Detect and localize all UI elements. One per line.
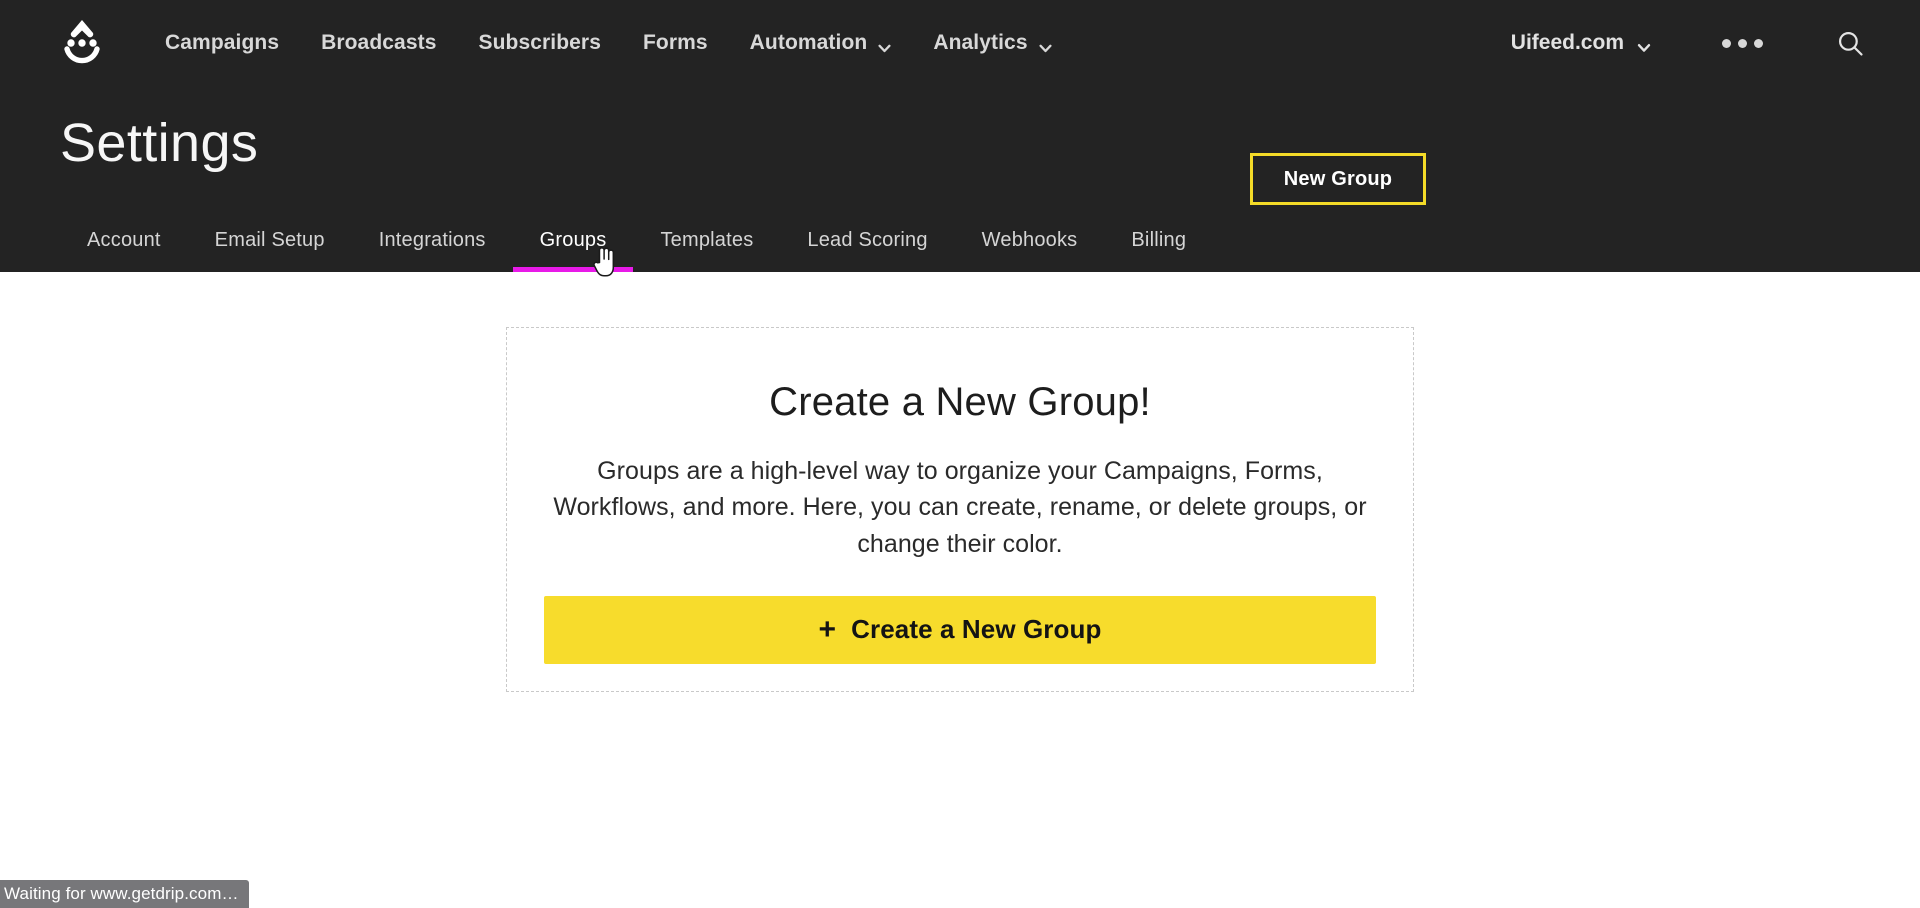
nav-item-label: Analytics <box>933 31 1028 54</box>
primary-nav: Campaigns Broadcasts Subscribers Forms A… <box>144 21 1073 65</box>
tab-label: Billing <box>1131 229 1187 251</box>
nav-item-automation[interactable]: Automation <box>729 21 913 65</box>
new-group-button[interactable]: New Group <box>1250 153 1426 205</box>
main-content: Create a New Group! Groups are a high-le… <box>0 272 1920 908</box>
nav-item-campaigns[interactable]: Campaigns <box>144 21 300 65</box>
nav-item-label: Broadcasts <box>321 31 437 54</box>
nav-item-label: Subscribers <box>478 31 601 54</box>
nav-item-label: Forms <box>642 31 708 54</box>
top-navigation-bar: Campaigns Broadcasts Subscribers Forms A… <box>0 0 1920 86</box>
nav-item-analytics[interactable]: Analytics <box>912 21 1072 65</box>
tab-label: Integrations <box>378 229 486 251</box>
settings-tab-bar: Account Email Setup Integrations Groups … <box>60 204 1213 272</box>
dot <box>1738 38 1747 48</box>
create-new-group-button[interactable]: + Create a New Group <box>544 595 1376 664</box>
dot <box>1722 38 1731 48</box>
tab-label: Account <box>87 229 161 251</box>
tab-account[interactable]: Account <box>60 230 188 272</box>
page-title: Settings <box>60 113 259 173</box>
dot <box>1754 38 1763 48</box>
tab-billing[interactable]: Billing <box>1104 230 1213 272</box>
nav-item-broadcasts[interactable]: Broadcasts <box>300 21 457 65</box>
browser-status-bar: Waiting for www.getdrip.com… <box>0 880 249 908</box>
nav-item-subscribers[interactable]: Subscribers <box>457 21 622 65</box>
tab-lead-scoring[interactable]: Lead Scoring <box>780 230 954 272</box>
search-icon[interactable] <box>1827 20 1874 67</box>
chevron-down-icon <box>878 37 891 52</box>
tab-label: Webhooks <box>981 229 1078 251</box>
create-new-group-label: Create a New Group <box>851 614 1102 645</box>
nav-item-label: Campaigns <box>165 31 280 54</box>
empty-state-title: Create a New Group! <box>769 380 1151 424</box>
tab-label: Email Setup <box>214 229 325 251</box>
empty-state-card: Create a New Group! Groups are a high-le… <box>506 327 1414 692</box>
tab-email-setup[interactable]: Email Setup <box>188 230 352 272</box>
account-name-label: Uifeed.com <box>1510 31 1624 54</box>
account-switcher[interactable]: Uifeed.com <box>1497 21 1664 65</box>
more-options-icon[interactable] <box>1700 25 1785 62</box>
tab-groups[interactable]: Groups <box>512 229 634 272</box>
empty-state-description: Groups are a high-level way to organize … <box>553 457 1367 558</box>
nav-item-forms[interactable]: Forms <box>622 21 729 65</box>
tab-webhooks[interactable]: Webhooks <box>955 230 1105 272</box>
tab-integrations[interactable]: Integrations <box>352 230 513 272</box>
tab-label: Lead Scoring <box>807 229 928 251</box>
top-nav-right-group: Uifeed.com <box>1497 20 1920 67</box>
tab-label: Groups <box>539 229 607 251</box>
chevron-down-icon <box>1637 37 1651 52</box>
site-header: Campaigns Broadcasts Subscribers Forms A… <box>0 0 1920 272</box>
plus-icon: + <box>818 612 837 646</box>
nav-item-label: Automation <box>749 31 868 54</box>
tab-label: Templates <box>660 229 754 251</box>
chevron-down-icon <box>1039 37 1052 52</box>
tab-templates[interactable]: Templates <box>633 230 780 272</box>
app-root: Campaigns Broadcasts Subscribers Forms A… <box>0 0 1920 908</box>
drip-smiley-logo-icon[interactable] <box>56 15 108 71</box>
